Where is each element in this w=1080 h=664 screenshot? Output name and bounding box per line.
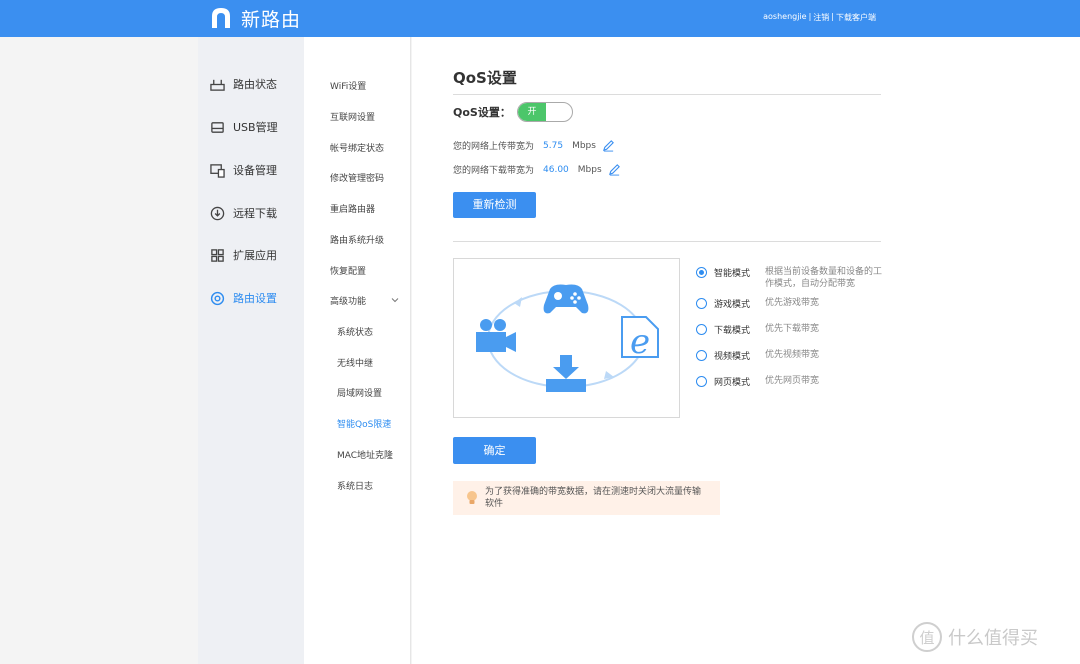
mode-name: 网页模式 (714, 378, 751, 388)
upload-unit: Mbps (572, 140, 596, 151)
submenu-item-smart-qos[interactable]: 智能QoS限速 (337, 417, 391, 430)
mode-description: 优先网页带宽 (765, 376, 820, 386)
submenu-item-firmware-upgrade[interactable]: 路由系统升级 (330, 233, 384, 246)
edit-pencil-icon[interactable] (608, 163, 621, 176)
devices-icon (210, 163, 225, 178)
mode-description: 优先下载带宽 (765, 324, 820, 334)
submenu-item-internet[interactable]: 互联网设置 (330, 110, 375, 123)
mode-name: 下载模式 (714, 326, 751, 336)
separator: | (808, 12, 812, 21)
mode-option-video[interactable]: 视频模式 优先视频带宽 (696, 349, 883, 362)
watermark-badge: 值 (912, 622, 942, 652)
mode-name: 视频模式 (714, 352, 751, 362)
download-unit: Mbps (577, 164, 602, 175)
svg-text:e: e (630, 322, 650, 362)
download-bandwidth-row: 您的网络下载带宽为 46.00 Mbps (453, 163, 621, 176)
radio-button[interactable] (696, 267, 707, 278)
settings-submenu: WiFi设置 互联网设置 帐号绑定状态 修改管理密码 重启路由器 路由系统升级 … (304, 37, 411, 664)
router-icon (210, 79, 225, 91)
submenu-item-admin-password[interactable]: 修改管理密码 (330, 171, 384, 184)
radio-button[interactable] (696, 350, 707, 361)
sidebar-item-router-status[interactable]: 路由状态 (210, 74, 277, 94)
mode-option-game[interactable]: 游戏模式 优先游戏带宽 (696, 297, 883, 310)
newifi-logo-icon (212, 8, 230, 28)
submenu-item-mac-clone[interactable]: MAC地址克隆 (337, 448, 393, 461)
upload-bandwidth-row: 您的网络上传带宽为 5.75 Mbps (453, 139, 615, 152)
primary-sidebar: 路由状态 USB管理 设备管理 远程下载 扩展应用 路由设置 (198, 37, 304, 664)
sidebar-item-label: 路由设置 (233, 292, 277, 305)
qos-toggle[interactable]: 开 (517, 102, 573, 122)
radio-button[interactable] (696, 298, 707, 309)
apps-grid-icon (211, 248, 224, 262)
username-link[interactable]: aoshengjie (763, 12, 806, 23)
sidebar-item-label: 设备管理 (233, 164, 277, 177)
sidebar-item-router-settings[interactable]: 路由设置 (210, 288, 277, 308)
qos-mode-illustration: e (453, 258, 680, 418)
mode-name: 游戏模式 (714, 300, 751, 310)
mode-description: 优先游戏带宽 (765, 298, 820, 308)
sidebar-item-apps[interactable]: 扩展应用 (210, 245, 277, 265)
tip-banner: 为了获得准确的带宽数据，请在测速时关闭大流量传输软件 (453, 481, 720, 515)
mode-option-web[interactable]: 网页模式 优先网页带宽 (696, 375, 883, 388)
redetect-button[interactable]: 重新检测 (453, 192, 536, 218)
edit-pencil-icon[interactable] (602, 139, 615, 152)
usb-drive-icon (211, 121, 224, 133)
upload-value: 5.75 (543, 140, 564, 151)
mode-name: 智能模式 (714, 269, 751, 279)
download-tray-icon (546, 355, 586, 392)
mode-option-smart[interactable]: 智能模式 根据当前设备数量和设备的工作模式，自动分配带宽 (696, 266, 883, 290)
submenu-item-advanced[interactable]: 高级功能 (330, 294, 366, 307)
sidebar-item-label: 远程下载 (233, 207, 277, 220)
confirm-button[interactable]: 确定 (453, 437, 536, 464)
sidebar-item-usb[interactable]: USB管理 (210, 117, 278, 137)
submenu-item-account-binding[interactable]: 帐号绑定状态 (330, 141, 384, 154)
page-title: QoS设置 (453, 69, 517, 87)
mode-description: 根据当前设备数量和设备的工作模式，自动分配带宽 (765, 267, 883, 289)
gamepad-icon (543, 284, 589, 314)
separator: | (831, 12, 834, 21)
sidebar-item-label: 扩展应用 (233, 249, 277, 262)
top-bar: 新路由 aoshengjie | 注销 | 下载客户端 (0, 0, 1080, 37)
download-circle-icon (210, 206, 225, 220)
toggle-on-label: 开 (518, 103, 546, 121)
submenu-item-system-status[interactable]: 系统状态 (337, 325, 373, 338)
brand-name: 新路由 (241, 8, 302, 31)
divider (453, 241, 881, 242)
qos-switch-label: QoS设置： (453, 106, 511, 119)
tip-text: 为了获得准确的带宽数据，请在测速时关闭大流量传输软件 (485, 487, 702, 509)
sidebar-item-remote-download[interactable]: 远程下载 (210, 203, 277, 223)
submenu-item-lan-settings[interactable]: 局域网设置 (337, 386, 382, 399)
upload-label: 您的网络上传带宽为 (453, 142, 535, 152)
radio-button[interactable] (696, 376, 707, 387)
user-bar: aoshengjie | 注销 | 下载客户端 (763, 12, 876, 23)
lightbulb-icon (467, 491, 477, 504)
sidebar-item-devices[interactable]: 设备管理 (210, 160, 277, 180)
submenu-item-system-log[interactable]: 系统日志 (337, 479, 373, 492)
browser-page-icon: e (621, 316, 659, 362)
brand-logo[interactable]: 新路由 (209, 5, 301, 31)
qos-illustration-graphic: e (476, 284, 659, 392)
gear-icon (210, 291, 225, 305)
watermark-text: 什么值得买 (948, 628, 1038, 649)
submenu-item-wifi[interactable]: WiFi设置 (330, 79, 366, 92)
mode-option-download[interactable]: 下载模式 优先下载带宽 (696, 323, 883, 336)
divider (453, 94, 881, 95)
submenu-item-restore-config[interactable]: 恢复配置 (330, 264, 366, 277)
download-value: 46.00 (543, 164, 569, 175)
download-client-link[interactable]: 下载客户端 (836, 12, 876, 23)
site-watermark: 值 什么值得买 (912, 622, 1038, 652)
submenu-item-wireless-repeater[interactable]: 无线中继 (337, 356, 373, 369)
qos-settings-panel: QoS设置 QoS设置： 开 您的网络上传带宽为 5.75 Mbps 您的网络下… (412, 37, 1080, 664)
download-label: 您的网络下载带宽为 (453, 166, 535, 176)
logout-link[interactable]: 注销 (813, 12, 829, 23)
radio-button[interactable] (696, 324, 707, 335)
mode-description: 优先视频带宽 (765, 350, 820, 360)
sidebar-item-label: USB管理 (233, 121, 278, 134)
sidebar-item-label: 路由状态 (233, 78, 277, 91)
chevron-down-icon[interactable] (391, 296, 399, 304)
video-camera-icon (476, 319, 516, 352)
submenu-item-reboot[interactable]: 重启路由器 (330, 202, 375, 215)
